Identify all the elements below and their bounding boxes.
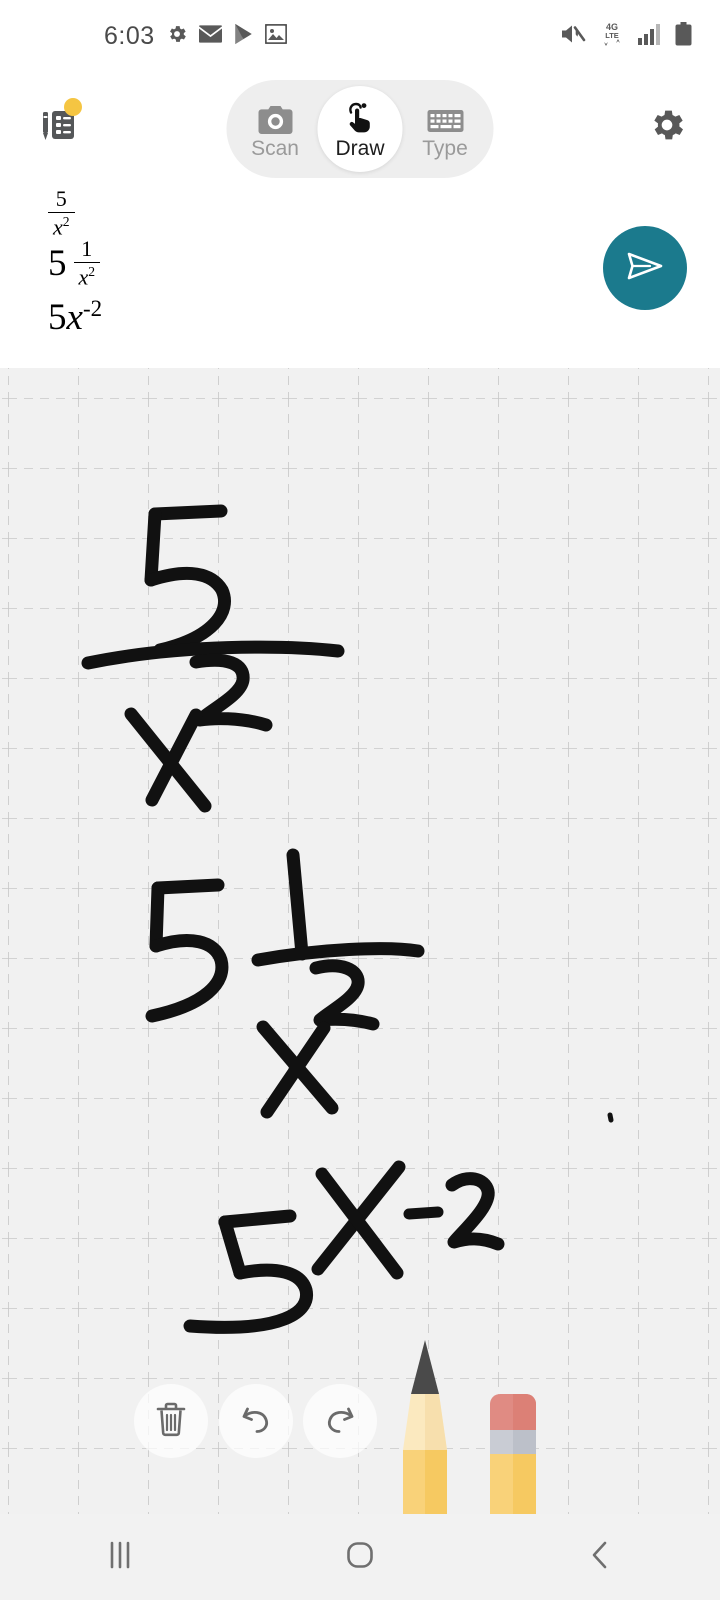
ink-expression-2 — [145, 848, 425, 1119]
history-notes-button[interactable] — [20, 94, 90, 160]
mode-tab-type-label: Type — [422, 136, 468, 160]
fraction-1-over-x-squared: 1 x2 — [73, 235, 101, 290]
send-button[interactable] — [603, 226, 687, 310]
recognized-expression-2[interactable]: 5 1 x2 — [48, 236, 102, 290]
4g-lte-icon: 4G LTE — [599, 21, 625, 52]
redo-button[interactable] — [303, 1384, 377, 1458]
fraction-denominator: x2 — [53, 214, 70, 240]
app-root: 6:03 4G LTE Scan Draw Type 5 x2 5 1 x2 5… — [0, 0, 720, 1600]
ink-stray-mark — [607, 1112, 614, 1123]
delete-button[interactable] — [134, 1384, 208, 1458]
back-button[interactable] — [480, 1540, 720, 1575]
status-bar-left: 6:03 — [104, 21, 288, 50]
mode-tab-scan-label: Scan — [251, 136, 299, 160]
send-icon — [624, 245, 666, 292]
drawing-tools-bar — [0, 1334, 720, 1514]
mode-switcher: Scan Draw Type — [226, 80, 494, 178]
image-icon — [263, 22, 288, 49]
recognized-expression-list: 5 x2 5 1 x2 5 x -2 — [48, 185, 102, 344]
back-chevron-icon — [588, 1540, 612, 1575]
pencil-tool-button[interactable] — [389, 1338, 461, 1514]
eraser-tool-icon — [482, 1394, 544, 1514]
svg-text:LTE: LTE — [605, 31, 619, 40]
expression-coefficient: 5 — [48, 242, 67, 284]
keyboard-icon — [427, 100, 463, 134]
ink-expression-3 — [183, 1160, 505, 1334]
recognition-results-panel: 5 x2 5 1 x2 5 x -2 — [0, 182, 720, 368]
play-store-icon — [233, 23, 254, 50]
drawing-canvas[interactable] — [0, 368, 720, 1514]
recents-icon — [106, 1540, 134, 1575]
mode-tab-draw[interactable]: Draw — [317, 86, 403, 172]
fraction-5-over-x-squared: 5 x2 — [48, 185, 75, 240]
fraction-numerator: 5 — [55, 185, 67, 211]
expression-coefficient: 5 — [48, 296, 67, 338]
mode-tab-draw-label: Draw — [335, 136, 385, 160]
fraction-bar — [48, 211, 75, 214]
home-button[interactable] — [240, 1540, 480, 1575]
camera-icon — [258, 100, 292, 134]
eraser-tool-button[interactable] — [482, 1386, 544, 1514]
battery-icon — [675, 21, 692, 51]
mail-icon — [198, 24, 222, 48]
redo-icon — [322, 1402, 358, 1441]
notification-badge-dot — [64, 98, 82, 116]
hand-draw-icon — [343, 100, 377, 134]
status-bar-clock: 6:03 — [104, 21, 155, 50]
undo-icon — [238, 1402, 274, 1441]
recognized-expression-1[interactable]: 5 x2 — [48, 185, 102, 240]
status-bar-right: 4G LTE — [559, 21, 692, 52]
settings-button[interactable] — [636, 96, 698, 158]
pencil-tool-icon — [389, 1340, 461, 1514]
recents-button[interactable] — [0, 1540, 240, 1575]
expression-exponent: -2 — [82, 295, 103, 321]
recognized-expression-3[interactable]: 5 x -2 — [48, 290, 102, 344]
trash-icon — [154, 1401, 188, 1442]
mode-tab-scan[interactable]: Scan — [233, 86, 318, 172]
fraction-numerator: 1 — [81, 235, 93, 261]
mode-tab-type[interactable]: Type — [403, 86, 488, 172]
undo-button[interactable] — [219, 1384, 293, 1458]
ink-expression-1 — [81, 504, 345, 813]
gear-icon — [166, 23, 188, 50]
android-nav-bar — [0, 1514, 720, 1600]
mode-toolbar: Scan Draw Type — [0, 72, 720, 182]
fraction-denominator: x2 — [78, 264, 96, 290]
fraction-bar — [73, 261, 101, 264]
home-icon — [345, 1540, 375, 1575]
signal-bars-icon — [638, 23, 662, 50]
mute-icon — [559, 23, 586, 50]
status-bar: 6:03 4G LTE — [0, 0, 720, 72]
gear-icon — [647, 105, 687, 150]
expression-base: x — [66, 296, 83, 338]
